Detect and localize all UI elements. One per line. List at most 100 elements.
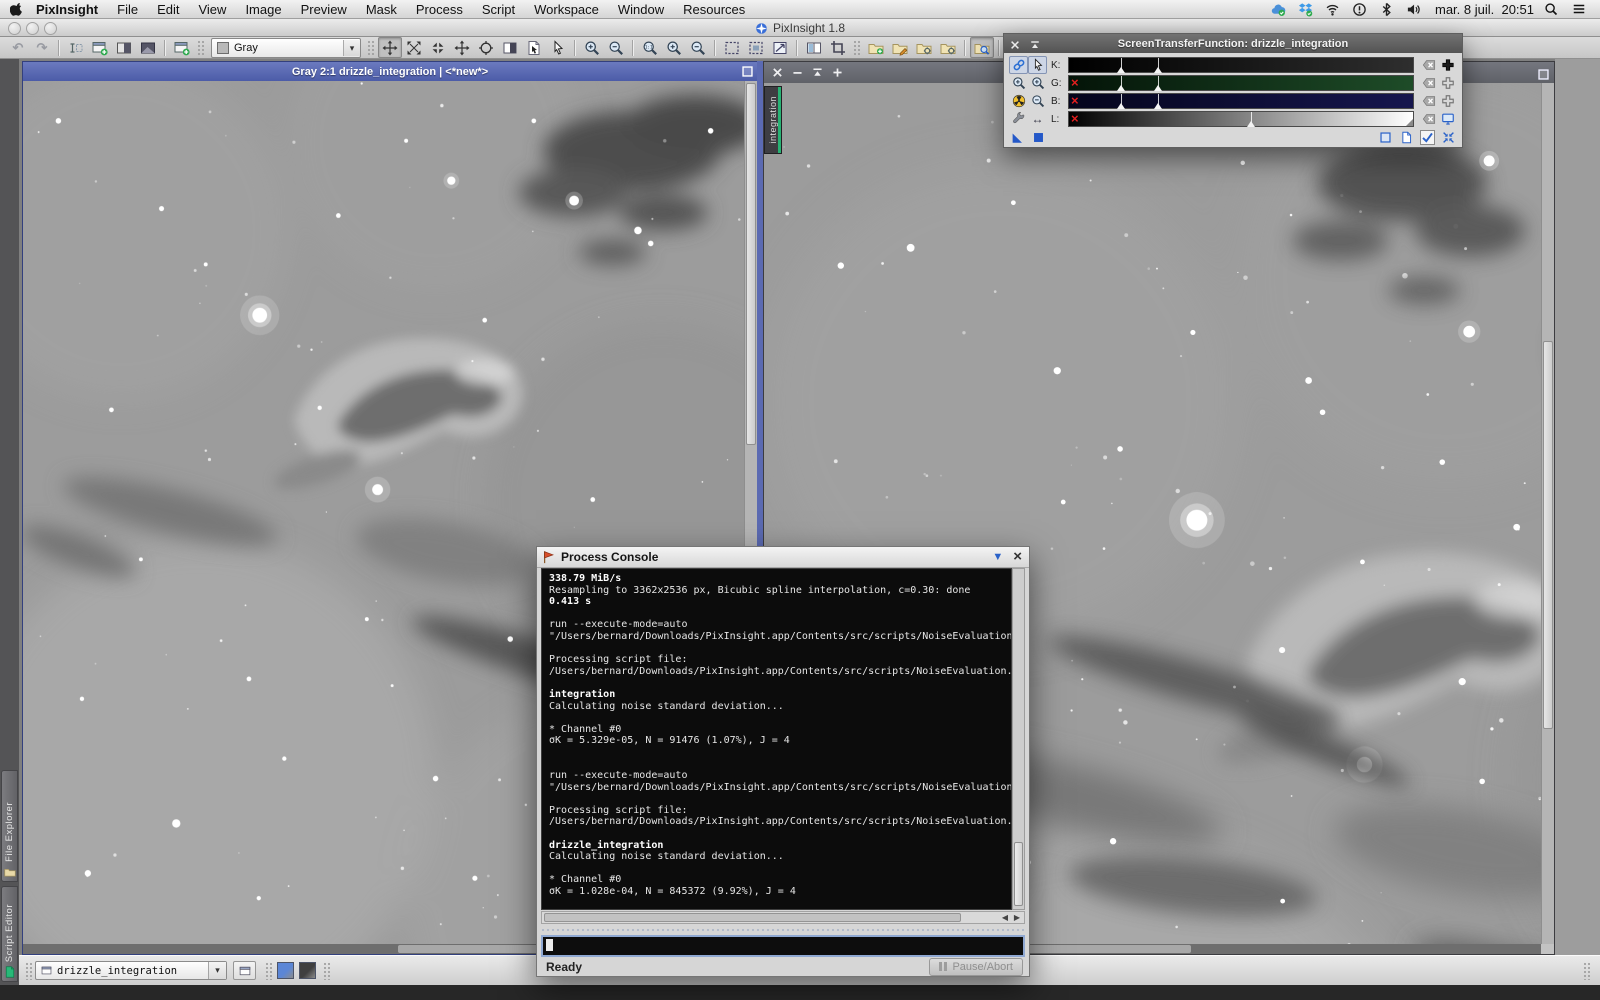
stf-slider-handle[interactable] <box>1116 58 1125 73</box>
toolbar-grip[interactable] <box>25 962 32 980</box>
scroll-mode-icon[interactable]: ↔ <box>1028 110 1047 128</box>
stf-settings-icon[interactable] <box>1009 110 1028 128</box>
toolbar-grip[interactable] <box>367 39 375 56</box>
process-settings-icon[interactable] <box>912 37 936 58</box>
menu-item-pixinsight[interactable]: PixInsight <box>36 2 98 17</box>
new-preview-icon[interactable] <box>170 37 194 58</box>
view-selector-tab-integration[interactable]: integration <box>764 86 782 154</box>
crop-mode-icon[interactable] <box>826 37 850 58</box>
split-view-icon[interactable] <box>802 37 826 58</box>
sidebar-tab-file-explorer[interactable]: File Explorer <box>1 770 18 882</box>
sidebar-tab-script-editor[interactable]: Script Editor <box>1 886 18 982</box>
zoom-out-icon[interactable] <box>604 37 628 58</box>
menu-item-process[interactable]: Process <box>416 2 463 17</box>
readout-mode-icon[interactable] <box>522 37 546 58</box>
scroll-left-arrow-icon[interactable]: ◀ <box>1002 912 1008 923</box>
image-window-title-bar[interactable]: Gray 2:1 drizzle_integration | <*new*> <box>23 62 757 81</box>
zoom-in-icon[interactable] <box>580 37 604 58</box>
scroll-right-arrow-icon[interactable]: ▶ <box>1014 912 1020 923</box>
screen-rendering-icon[interactable] <box>498 37 522 58</box>
edit-stf-mode-icon[interactable] <box>1028 56 1047 74</box>
dropdown-arrow-icon[interactable]: ▾ <box>208 962 226 979</box>
spotlight-search-icon[interactable] <box>1544 2 1558 16</box>
menu-item-view[interactable]: View <box>198 2 226 17</box>
dropdown-arrow-icon[interactable]: ▾ <box>343 39 360 56</box>
clear-channel-button[interactable] <box>1419 111 1438 127</box>
selection-mode-icon[interactable] <box>546 37 570 58</box>
menu-item-preview[interactable]: Preview <box>301 2 347 17</box>
track-view-checkbox[interactable] <box>1378 130 1393 145</box>
maximize-icon[interactable] <box>1537 66 1550 79</box>
zoom-out-mode-icon[interactable] <box>426 37 450 58</box>
stf-slider-handle[interactable] <box>1116 76 1125 91</box>
scrollbar-thumb[interactable] <box>544 913 961 922</box>
menu-item-window[interactable]: Window <box>618 2 664 17</box>
black-point-readout-icon[interactable] <box>1010 130 1025 145</box>
pan-mode-icon[interactable] <box>378 37 402 58</box>
console-close-icon[interactable]: × <box>1013 549 1022 564</box>
zoom-1-1-icon[interactable] <box>638 37 662 58</box>
menu-item-file[interactable]: File <box>117 2 138 17</box>
move-mode-icon[interactable] <box>450 37 474 58</box>
midtones-grid-icon[interactable] <box>1438 75 1457 91</box>
cloud-sync-icon[interactable] <box>1271 2 1286 17</box>
menu-item-mask[interactable]: Mask <box>366 2 397 17</box>
new-preview-mode-icon[interactable] <box>720 37 744 58</box>
toolbar-grip[interactable] <box>265 962 272 980</box>
close-icon[interactable] <box>1009 36 1024 51</box>
stf-slider-handle[interactable] <box>1247 112 1256 127</box>
process-settings-alt-icon[interactable] <box>936 37 960 58</box>
zoom-out-icon[interactable] <box>1028 92 1047 110</box>
menubar-clock[interactable]: mar. 8 juil. 20:51 <box>1435 2 1534 17</box>
clear-channel-button[interactable] <box>1419 93 1438 109</box>
console-command-input[interactable] <box>541 935 1025 957</box>
preview-to-image-icon[interactable] <box>768 37 792 58</box>
stf-slider-handle[interactable] <box>1154 94 1163 109</box>
vertical-scrollbar[interactable] <box>1541 83 1554 944</box>
console-title-bar[interactable]: Process Console ▼ × <box>537 547 1029 568</box>
process-console-window[interactable]: Process Console ▼ × 338.79 MiB/s Resampli… <box>536 546 1030 977</box>
undo-icon[interactable]: ↶ <box>6 37 30 58</box>
console-vertical-scrollbar[interactable] <box>1012 568 1025 910</box>
scrollbar-thumb[interactable] <box>746 83 756 446</box>
console-output[interactable]: 338.79 MiB/s Resampling to 3362x2536 px, … <box>541 568 1012 910</box>
reset-zoom-icon[interactable] <box>1441 130 1456 145</box>
zoom-to-optimal-icon[interactable] <box>686 37 710 58</box>
show-main-view-icon[interactable] <box>112 37 136 58</box>
wifi-icon[interactable] <box>1325 2 1340 17</box>
apple-menu-icon[interactable] <box>10 2 24 16</box>
zoom-x2-icon[interactable] <box>1028 74 1047 92</box>
stf-histogram-strip[interactable] <box>1068 57 1414 73</box>
new-process-icon-button[interactable] <box>864 37 888 58</box>
shade-icon[interactable] <box>1029 36 1044 51</box>
new-image-icon[interactable] <box>88 37 112 58</box>
maximize-icon[interactable] <box>741 65 754 78</box>
zoom-to-fit-icon[interactable] <box>662 37 686 58</box>
shadows-clipping-icon[interactable] <box>1438 57 1457 73</box>
stf-title-bar[interactable]: ScreenTransferFunction: drizzle_integrat… <box>1004 34 1462 53</box>
workspace-color-swatch-blue[interactable] <box>277 962 294 979</box>
zoom-in-mode-icon[interactable] <box>402 37 426 58</box>
stf-slider-handle[interactable] <box>1116 94 1125 109</box>
stf-dialog[interactable]: ScreenTransferFunction: drizzle_integrat… <box>1003 33 1463 148</box>
workspace-color-swatch-gray[interactable] <box>299 962 316 979</box>
menu-item-edit[interactable]: Edit <box>157 2 179 17</box>
zoom-in-mode-icon[interactable] <box>1009 74 1028 92</box>
console-horizontal-scrollbar[interactable]: ◀ ▶ <box>541 911 1025 924</box>
menu-item-script[interactable]: Script <box>482 2 515 17</box>
color-space-selector[interactable]: Gray ▾ <box>211 37 361 58</box>
center-view-icon[interactable] <box>474 37 498 58</box>
scrollbar-thumb[interactable] <box>1543 341 1553 729</box>
toolbar-grip[interactable] <box>1583 962 1590 980</box>
enable-stf-checkbox[interactable] <box>1420 130 1435 145</box>
notification-center-icon[interactable] <box>1572 2 1586 16</box>
background-mode-icon[interactable] <box>1031 130 1046 145</box>
midtones-grid-icon[interactable] <box>1438 93 1457 109</box>
screen-display-icon[interactable] <box>1438 111 1457 127</box>
scrollbar-thumb[interactable] <box>1014 842 1023 906</box>
toolbar-grip[interactable] <box>197 39 205 56</box>
console-menu-arrow-icon[interactable]: ▼ <box>992 551 1003 563</box>
new-instance-icon[interactable] <box>1399 130 1414 145</box>
edit-preview-mode-icon[interactable] <box>744 37 768 58</box>
toolbar-grip[interactable] <box>323 962 330 980</box>
